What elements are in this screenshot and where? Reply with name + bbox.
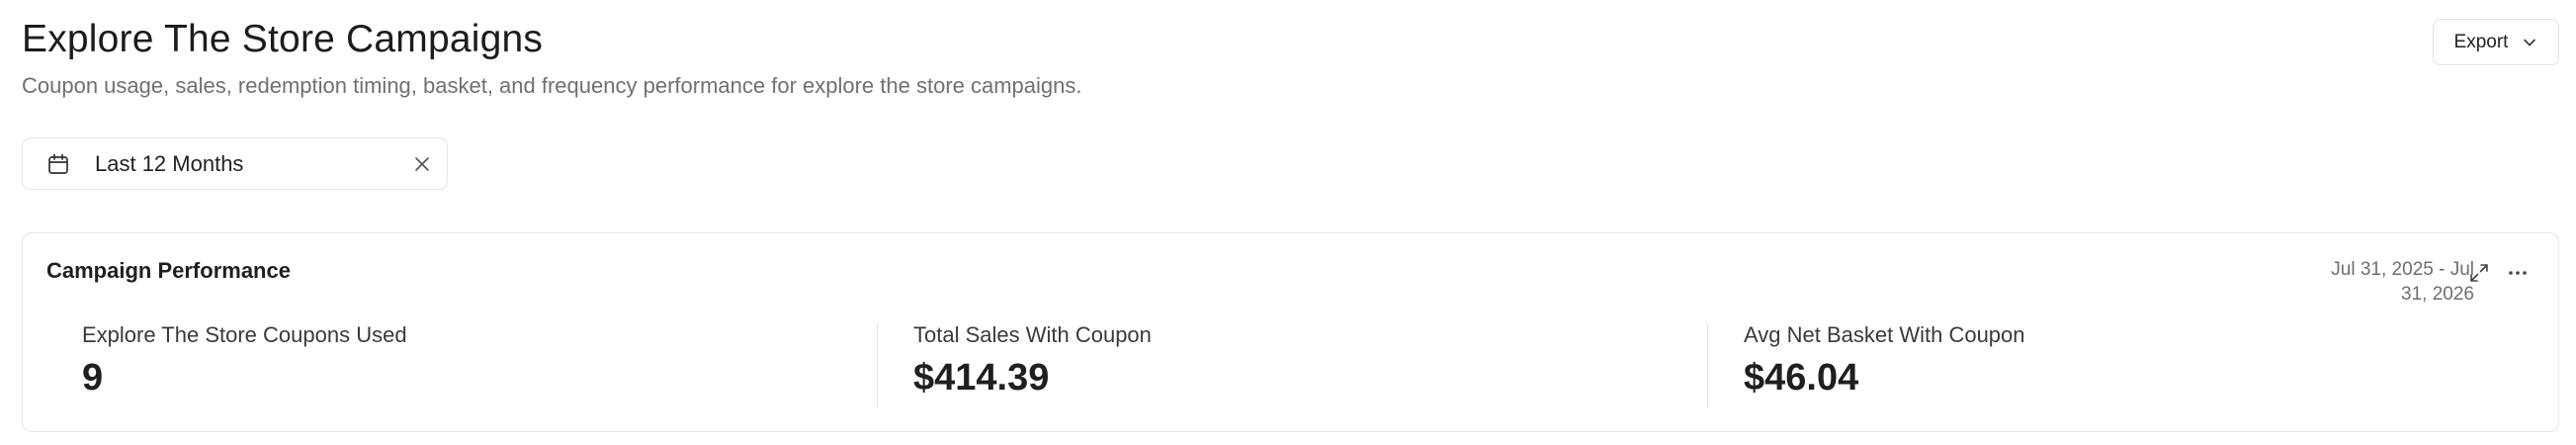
metric-label: Total Sales With Coupon [913,322,1152,347]
date-range-filter-label: Last 12 Months [95,151,244,176]
more-horizontal-icon[interactable] [2507,262,2529,284]
export-button-label: Export [2453,31,2509,52]
card-date-range: Jul 31, 2025 - Jul 31, 2026 [2286,257,2474,307]
campaign-performance-card: Campaign Performance Jul 31, 2025 - Jul … [22,232,2559,432]
close-icon[interactable] [412,154,432,174]
calendar-icon [48,153,68,174]
metric-divider [877,324,878,408]
chevron-down-icon [2524,39,2536,45]
export-button[interactable]: Export [2433,19,2559,65]
expand-icon[interactable] [2468,262,2490,284]
date-range-filter[interactable]: Last 12 Months [22,137,448,190]
metric-value: $414.39 [913,357,1050,399]
metric-value: 9 [82,357,104,399]
card-date-range-line2: 31, 2026 [2401,284,2474,305]
card-date-range-line1: Jul 31, 2025 - Jul [2331,259,2474,280]
metric-label: Avg Net Basket With Coupon [1744,322,2025,347]
metric-label: Explore The Store Coupons Used [82,322,407,347]
metric-value: $46.04 [1744,357,1859,399]
page-title: Explore The Store Campaigns [22,18,544,60]
card-title: Campaign Performance [46,258,291,283]
page-subtitle: Coupon usage, sales, redemption timing, … [22,73,1082,98]
metric-divider [1707,324,1708,408]
